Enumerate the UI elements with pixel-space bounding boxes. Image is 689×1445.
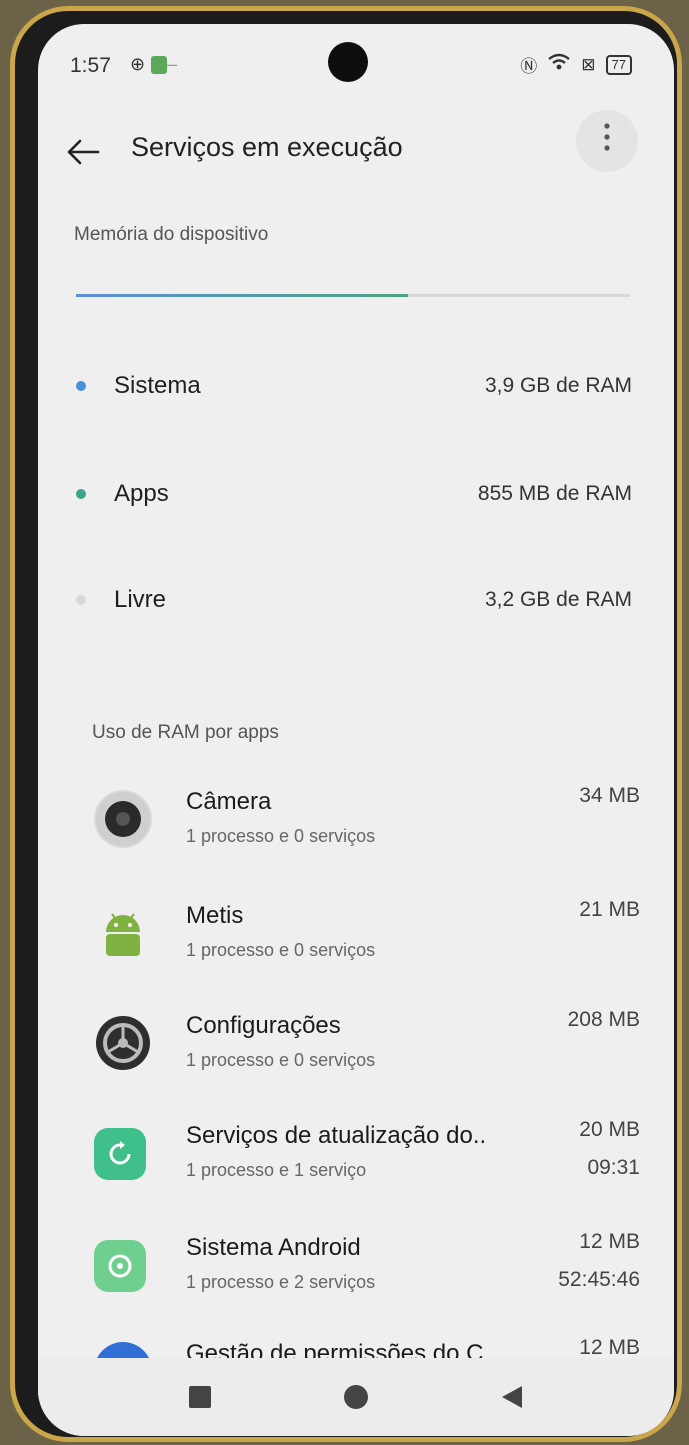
app-ram-size: 20 MB <box>579 1118 640 1141</box>
screen: 1:57 ⊕ – Ⓝ ⊠ 77 Serviços em execução Memó… <box>38 24 674 1436</box>
app-ram-size: 21 MB <box>579 898 640 921</box>
list-item-settings[interactable]: Configurações 1 processo e 0 serviços 20… <box>94 1000 640 1086</box>
battery-icon: 77 <box>605 54 632 75</box>
legend-dot-apps <box>76 489 86 499</box>
memory-section-label: Memória do dispositivo <box>74 224 269 245</box>
more-vertical-icon <box>603 122 611 160</box>
front-camera <box>328 42 368 82</box>
sync-icon: ⊕ <box>130 54 152 74</box>
arrow-left-icon <box>66 136 100 175</box>
android-system-icon <box>94 1240 146 1292</box>
memory-row-apps[interactable]: Apps 855 MB de RAM <box>76 474 632 514</box>
status-notification-icons: ⊕ – <box>130 54 183 75</box>
signal-off-icon: ⊠ <box>581 54 596 74</box>
legend-dot-system <box>76 381 86 391</box>
app-run-time: 52:45:46 <box>558 1268 640 1291</box>
list-item-camera[interactable]: Câmera 1 processo e 0 serviços 34 MB <box>94 776 640 862</box>
app-name: Metis <box>186 902 244 929</box>
update-service-icon <box>94 1128 146 1180</box>
nav-back-button[interactable] <box>489 1374 535 1420</box>
app-ram-size: 34 MB <box>579 784 640 807</box>
back-button[interactable] <box>62 134 104 176</box>
wifi-icon <box>547 53 571 76</box>
app-process-info: 1 processo e 0 serviços <box>186 1050 376 1070</box>
memory-row-value: 855 MB de RAM <box>477 482 632 505</box>
phone-frame: 1:57 ⊕ – Ⓝ ⊠ 77 Serviços em execução Memó… <box>10 6 682 1442</box>
status-system-icons: Ⓝ ⊠ 77 <box>520 52 632 77</box>
system-navigation-bar <box>38 1358 674 1436</box>
app-name: Configurações <box>186 1012 341 1039</box>
legend-dot-free <box>76 595 86 605</box>
app-name: Serviços de atualização do.. <box>186 1122 487 1149</box>
settings-gear-icon <box>94 1014 152 1072</box>
list-item-android-system[interactable]: Sistema Android 1 processo e 2 serviços … <box>94 1222 640 1308</box>
list-item-update-services[interactable]: Serviços de atualização do.. 1 processo … <box>94 1110 640 1196</box>
memory-row-free: Livre 3,2 GB de RAM <box>76 580 632 620</box>
memory-usage-bar <box>76 294 630 297</box>
square-recents-icon <box>189 1386 211 1408</box>
app-process-info: 1 processo e 0 serviços <box>186 940 376 960</box>
app-ram-size: 12 MB <box>579 1336 640 1359</box>
memory-row-system: Sistema 3,9 GB de RAM <box>76 366 632 406</box>
memory-usage-fill <box>76 294 409 297</box>
app-process-info: 1 processo e 0 serviços <box>186 826 376 846</box>
circle-home-icon <box>344 1385 368 1409</box>
memory-row-label: Livre <box>114 586 167 613</box>
memory-row-label: Sistema <box>114 372 201 399</box>
triangle-back-icon <box>502 1386 522 1408</box>
app-name: Sistema Android <box>186 1234 361 1261</box>
memory-row-value: 3,9 GB de RAM <box>484 374 632 397</box>
app-process-info: 1 processo e 1 serviço <box>186 1160 367 1180</box>
apps-ram-section-label: Uso de RAM por apps <box>92 722 279 743</box>
nfc-icon: Ⓝ <box>520 57 538 76</box>
home-button[interactable] <box>333 1374 379 1420</box>
app-ram-size: 208 MB <box>567 1008 640 1031</box>
app-process-info: 1 processo e 2 serviços <box>186 1272 376 1292</box>
camera-app-icon <box>94 790 152 848</box>
memory-row-label: Apps <box>114 480 169 507</box>
list-item-metis[interactable]: Metis 1 processo e 0 serviços 21 MB <box>94 890 640 976</box>
android-robot-icon <box>94 904 152 962</box>
page-title: Serviços em execução <box>131 132 403 162</box>
app-notification-icon <box>151 56 168 75</box>
status-time: 1:57 <box>70 54 111 77</box>
app-name: Câmera <box>186 788 272 815</box>
app-ram-size: 12 MB <box>579 1230 640 1253</box>
memory-row-value: 3,2 GB de RAM <box>484 588 632 611</box>
recents-button[interactable] <box>177 1374 223 1420</box>
more-options-button[interactable] <box>576 110 638 172</box>
app-run-time: 09:31 <box>587 1156 640 1179</box>
more-notifications-icon: – <box>167 54 184 74</box>
